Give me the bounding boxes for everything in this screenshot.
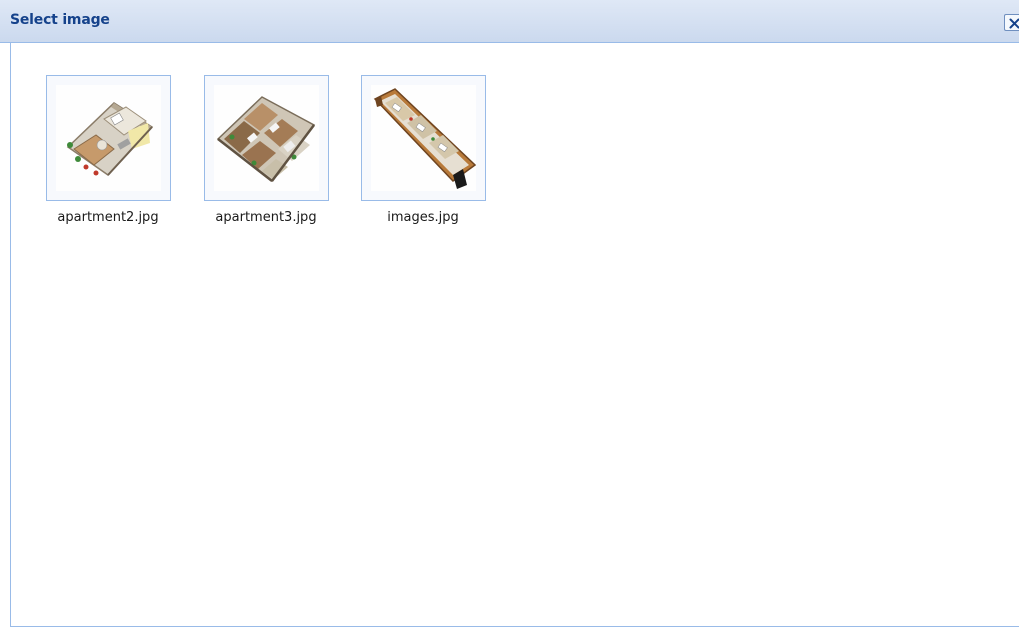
floorplan-thumbnail <box>371 85 477 191</box>
floorplan-thumbnail <box>214 85 319 191</box>
close-button[interactable] <box>1004 14 1019 31</box>
image-item-images[interactable]: images.jpg <box>348 75 498 235</box>
image-thumbnail-frame[interactable] <box>361 75 486 201</box>
close-icon <box>1009 18 1019 29</box>
image-filename: images.jpg <box>387 210 459 225</box>
floorplan-thumbnail <box>56 85 161 191</box>
image-thumbnail-frame[interactable] <box>204 75 329 201</box>
dialog-title: Select image <box>10 12 110 28</box>
image-item-apartment3[interactable]: apartment3.jpg <box>191 75 341 235</box>
image-thumbnail-frame[interactable] <box>46 75 171 201</box>
image-filename: apartment3.jpg <box>215 210 317 225</box>
image-item-apartment2[interactable]: apartment2.jpg <box>33 75 183 235</box>
select-image-dialog: Select image apartment2.jpg apartment3.j… <box>0 0 1019 627</box>
dialog-titlebar[interactable]: Select image <box>0 0 1019 43</box>
image-filename: apartment2.jpg <box>57 210 159 225</box>
image-browser-panel: apartment2.jpg apartment3.jpg images.jpg <box>10 43 1019 627</box>
